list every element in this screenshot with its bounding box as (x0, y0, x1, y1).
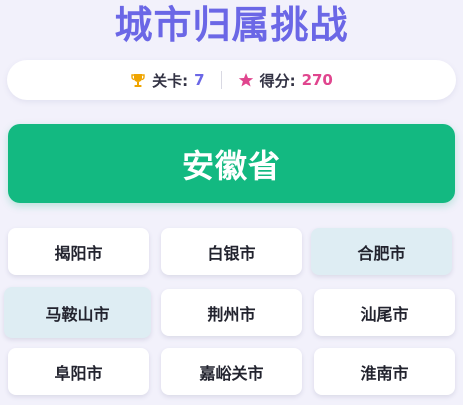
score-stat: 得分: 270 (238, 70, 333, 91)
city-option-highlighted[interactable]: 合肥市 (311, 228, 452, 275)
score-label: 得分: (259, 71, 296, 90)
score-value: 270 (301, 71, 333, 89)
city-option-highlighted[interactable]: 马鞍山市 (4, 287, 151, 338)
game-screen: 城市归属挑战 关卡: 7 得分: 270 安徽省 揭阳市 白银市 合肥市 马鞍山… (0, 0, 463, 405)
level-label: 关卡: (152, 71, 189, 90)
city-option[interactable]: 阜阳市 (8, 348, 149, 395)
city-option[interactable]: 淮南市 (314, 348, 455, 395)
city-option[interactable]: 荆州市 (161, 289, 302, 336)
city-option[interactable]: 揭阳市 (8, 228, 149, 275)
city-option[interactable]: 嘉峪关市 (161, 348, 302, 395)
star-icon (238, 72, 254, 88)
province-prompt: 安徽省 (8, 124, 455, 203)
level-value: 7 (194, 71, 205, 89)
stats-bar: 关卡: 7 得分: 270 (7, 60, 456, 100)
city-option[interactable]: 白银市 (161, 228, 302, 275)
stats-divider (220, 71, 222, 89)
game-title: 城市归属挑战 (114, 3, 349, 47)
trophy-icon (130, 72, 146, 88)
level-stat: 关卡: 7 (130, 70, 205, 91)
city-option[interactable]: 汕尾市 (314, 289, 455, 336)
